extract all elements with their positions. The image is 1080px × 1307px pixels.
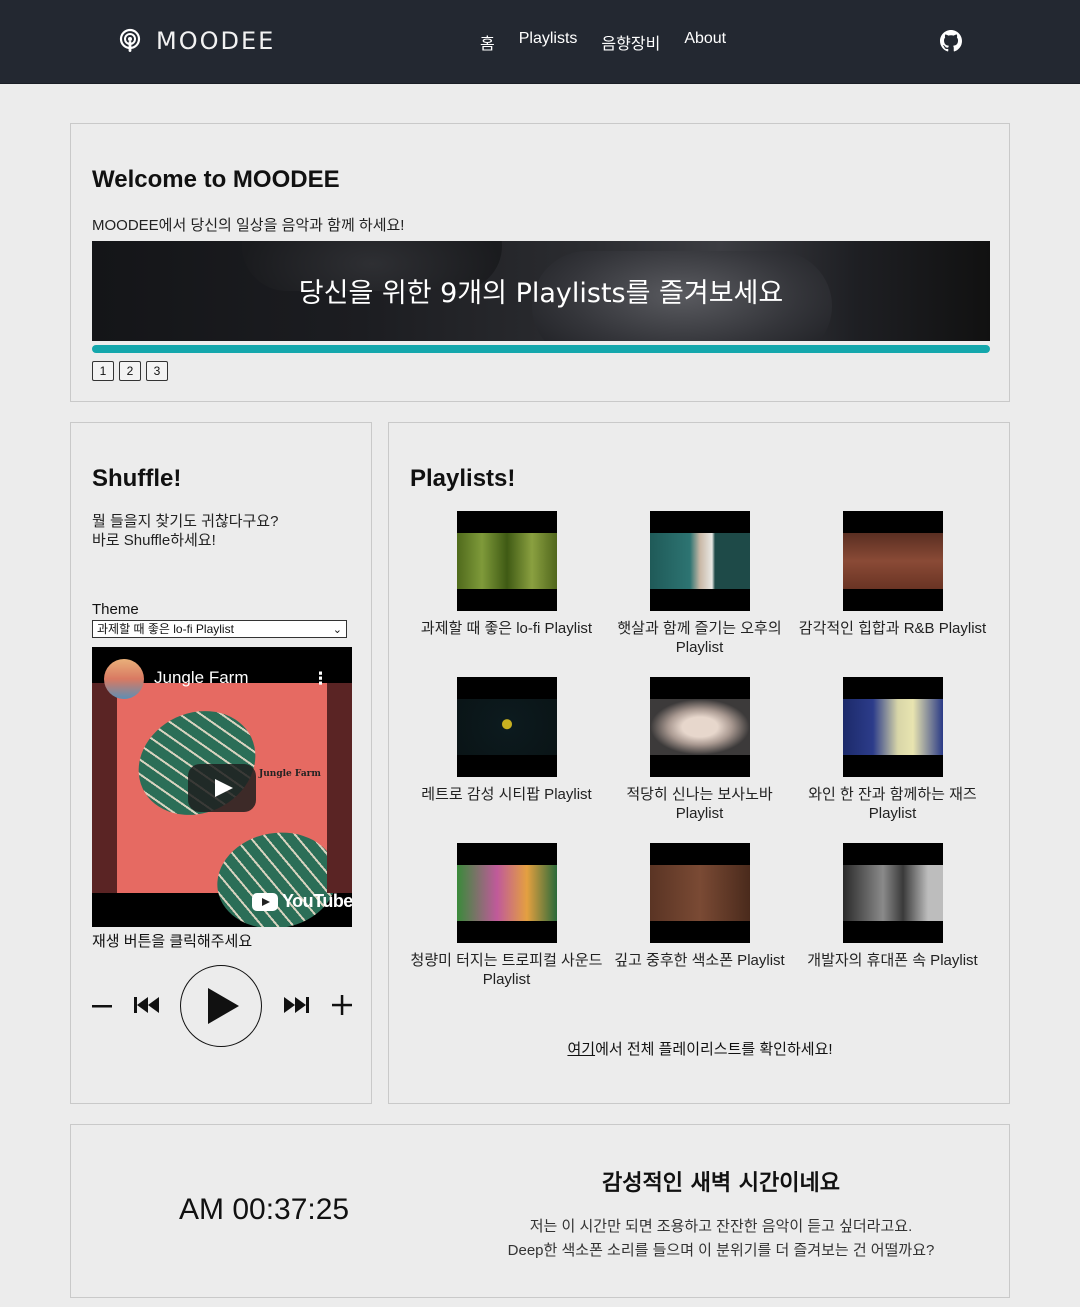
playlist-label[interactable]: 햇살과 함께 즐기는 오후의 Playlist xyxy=(603,619,796,657)
youtube-icon xyxy=(252,892,278,911)
youtube-logo-text: YouTube xyxy=(282,891,352,911)
playlist-label[interactable]: 와인 한 잔과 함께하는 재즈 Playlist xyxy=(796,785,989,823)
player-controls xyxy=(89,963,359,1049)
playlist-label[interactable]: 감각적인 힙합과 R&B Playlist xyxy=(796,619,989,638)
playlist-thumbnail[interactable] xyxy=(649,511,750,611)
video-play-button[interactable] xyxy=(188,764,256,812)
playlist-label[interactable]: 레트로 감성 시티팝 Playlist xyxy=(410,785,603,804)
leaf-image xyxy=(121,692,273,834)
all-playlists-link[interactable]: 여기 xyxy=(567,1041,595,1058)
playlists-footer-text: 에서 전체 플레이리스트를 확인하세요! xyxy=(595,1041,833,1058)
video-frame xyxy=(92,683,117,893)
playlist-thumbnail[interactable] xyxy=(456,511,557,611)
nav-home[interactable]: 홈 xyxy=(480,30,495,54)
banner-text: 당신을 위한 9개의 Playlists를 즐겨보세요 xyxy=(298,278,784,309)
previous-icon[interactable] xyxy=(134,995,160,1015)
podcast-icon xyxy=(119,28,141,52)
logo-text: MOODEE xyxy=(156,27,276,55)
playlist-card[interactable]: 와인 한 잔과 함께하는 재즈 Playlist xyxy=(796,677,989,823)
playlist-thumbnail[interactable] xyxy=(649,677,750,777)
page-button-2[interactable]: 2 xyxy=(119,361,141,381)
time-message-line: Deep한 색소폰 소리를 들으며 이 분위기를 더 즐겨보는 건 어떨까요? xyxy=(507,1242,935,1259)
slide-pager: 1 2 3 xyxy=(92,361,168,381)
nav-audio-gear[interactable]: 음향장비 xyxy=(601,30,660,54)
playlist-card[interactable]: 레트로 감성 시티팝 Playlist xyxy=(410,677,603,804)
playlist-card[interactable]: 감각적인 힙합과 R&B Playlist xyxy=(796,511,989,638)
album-art-text: Jungle Farm xyxy=(259,769,321,779)
time-message-line: 저는 이 시간만 되면 조용하고 잔잔한 음악이 듣고 싶더라고요. xyxy=(529,1218,913,1235)
volume-up-icon[interactable] xyxy=(332,995,352,1015)
playlist-card[interactable]: 햇살과 함께 즐기는 오후의 Playlist xyxy=(603,511,796,657)
youtube-logo[interactable]: YouTube xyxy=(252,891,352,912)
current-time: AM 00:37:25 xyxy=(179,1193,350,1226)
video-frame xyxy=(327,683,352,893)
playlist-card[interactable]: 적당히 신나는 보사노바 Playlist xyxy=(603,677,796,823)
video-title[interactable]: Jungle Farm xyxy=(154,668,248,688)
playlist-thumbnail[interactable] xyxy=(842,677,943,777)
page-button-1[interactable]: 1 xyxy=(92,361,114,381)
theme-select[interactable]: 과제할 때 좋은 lo-fi Playlist ⌄ xyxy=(92,620,347,638)
playlist-card[interactable]: 과제할 때 좋은 lo-fi Playlist xyxy=(410,511,603,638)
channel-avatar[interactable] xyxy=(104,659,144,699)
nav-playlists[interactable]: Playlists xyxy=(519,30,578,54)
slide-progress-bar xyxy=(92,345,990,353)
page-button-3[interactable]: 3 xyxy=(146,361,168,381)
shuffle-desc-line: 뭘 들을지 찾기도 귀찮다구요? xyxy=(92,513,279,530)
welcome-subtitle: MOODEE에서 당신의 일상을 음악과 함께 하세요! xyxy=(92,217,405,234)
theme-selected-value: 과제할 때 좋은 lo-fi Playlist xyxy=(97,622,234,636)
playlists-footer: 여기에서 전체 플레이리스트를 확인하세요! xyxy=(389,1038,1011,1059)
play-hint: 재생 버튼을 클릭해주세요 xyxy=(92,933,253,950)
playlist-label[interactable]: 적당히 신나는 보사노바 Playlist xyxy=(603,785,796,823)
playlist-thumbnail[interactable] xyxy=(842,511,943,611)
playlists-panel: Playlists! 과제할 때 좋은 lo-fi Playlist 햇살과 함… xyxy=(388,422,1010,1104)
nav-about[interactable]: About xyxy=(684,30,726,54)
next-icon[interactable] xyxy=(284,995,310,1015)
youtube-embed[interactable]: Jungle Farm Jungle Farm ⋮ YouTube xyxy=(92,647,352,927)
playlists-title: Playlists! xyxy=(410,465,516,492)
shuffle-panel: Shuffle! 뭘 들을지 찾기도 귀찮다구요? 바로 Shuffle하세요!… xyxy=(70,422,372,1104)
playlist-thumbnail[interactable] xyxy=(456,843,557,943)
volume-down-icon[interactable] xyxy=(92,998,112,1014)
playlist-label[interactable]: 깊고 중후한 색소폰 Playlist xyxy=(603,951,796,970)
logo[interactable]: MOODEE xyxy=(118,27,275,55)
shuffle-description: 뭘 들을지 찾기도 귀찮다구요? 바로 Shuffle하세요! xyxy=(92,512,278,550)
theme-label: Theme xyxy=(92,601,139,618)
chevron-down-icon: ⌄ xyxy=(332,624,342,636)
main-nav: 홈 Playlists 음향장비 About xyxy=(480,30,750,54)
clock-panel: AM 00:37:25 감성적인 새벽 시간이네요 저는 이 시간만 되면 조용… xyxy=(70,1124,1010,1298)
welcome-panel: Welcome to MOODEE MOODEE에서 당신의 일상을 음악과 함… xyxy=(70,123,1010,402)
playlist-label[interactable]: 과제할 때 좋은 lo-fi Playlist xyxy=(410,619,603,638)
play-button[interactable] xyxy=(180,965,262,1047)
playlist-card[interactable]: 깊고 중후한 색소폰 Playlist xyxy=(603,843,796,970)
github-icon[interactable] xyxy=(940,30,962,56)
playlist-card[interactable]: 청량미 터지는 트로피컬 사운드 Playlist xyxy=(410,843,603,989)
top-navbar: MOODEE 홈 Playlists 음향장비 About xyxy=(0,0,1080,84)
shuffle-desc-line: 바로 Shuffle하세요! xyxy=(92,532,216,549)
shuffle-title: Shuffle! xyxy=(92,465,182,492)
welcome-title: Welcome to MOODEE xyxy=(92,166,340,193)
banner-slide[interactable]: 당신을 위한 9개의 Playlists를 즐겨보세요 xyxy=(92,241,990,341)
playlist-card[interactable]: 개발자의 휴대폰 속 Playlist xyxy=(796,843,989,970)
playlist-label[interactable]: 청량미 터지는 트로피컬 사운드 Playlist xyxy=(410,951,603,989)
playlist-thumbnail[interactable] xyxy=(842,843,943,943)
playlist-thumbnail[interactable] xyxy=(456,677,557,777)
more-options-icon[interactable]: ⋮ xyxy=(312,669,329,689)
time-heading: 감성적인 새벽 시간이네요 xyxy=(602,1171,840,1196)
playlist-label[interactable]: 개발자의 휴대폰 속 Playlist xyxy=(796,951,989,970)
play-icon xyxy=(208,988,239,1024)
time-message: 저는 이 시간만 되면 조용하고 잔잔한 음악이 듣고 싶더라고요. Deep한… xyxy=(491,1215,951,1263)
playlist-thumbnail[interactable] xyxy=(649,843,750,943)
